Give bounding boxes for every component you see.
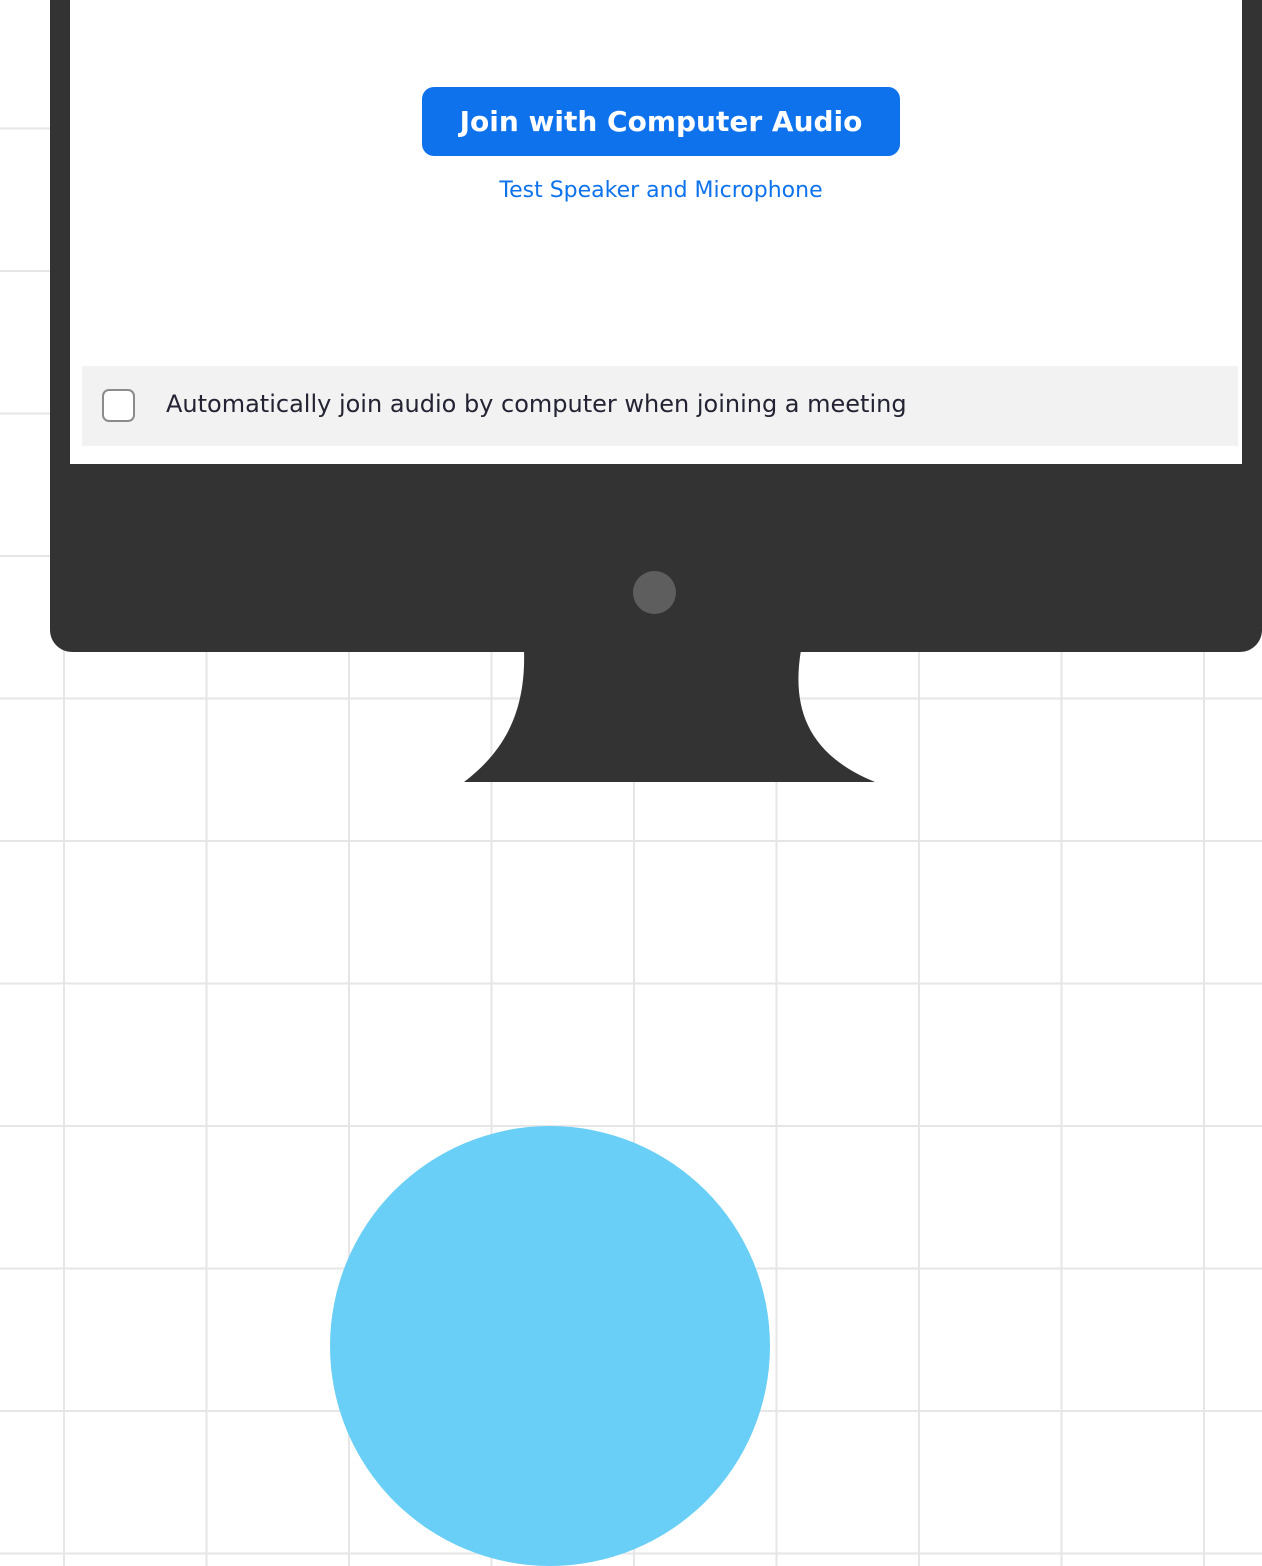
decorative-blue-circle [330,1126,770,1566]
monitor-illustration: Join with Computer Audio Test Speaker an… [50,0,1262,652]
monitor-camera-dot [633,571,676,614]
test-speaker-microphone-link[interactable]: Test Speaker and Microphone [70,178,1252,203]
monitor-stand [464,650,875,782]
join-computer-audio-button[interactable]: Join with Computer Audio [422,87,900,156]
audio-dialog: Join with Computer Audio Test Speaker an… [70,0,1242,464]
auto-join-checkbox[interactable] [102,389,135,422]
auto-join-label: Automatically join audio by computer whe… [166,390,907,418]
auto-join-row[interactable]: Automatically join audio by computer whe… [82,366,1238,446]
